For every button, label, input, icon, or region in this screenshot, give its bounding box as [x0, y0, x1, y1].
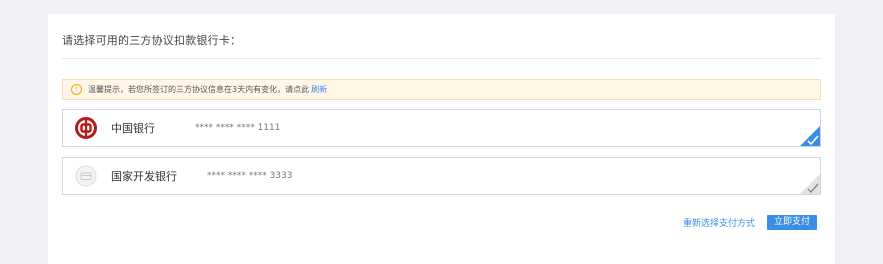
card-number: **** **** **** 3333	[207, 171, 293, 181]
notice-bar: ! 温馨提示，若您所签订的三方协议信息在3天内有变化，请点此 刷新	[62, 79, 821, 100]
bank-name: 国家开发银行	[111, 170, 177, 183]
selected-check-icon	[800, 126, 820, 146]
divider	[62, 58, 821, 59]
refresh-link[interactable]: 刷新	[311, 84, 327, 95]
bank-card-option-1[interactable]: 中国银行 **** **** **** 1111	[62, 109, 821, 147]
card-number: **** **** **** 1111	[195, 123, 281, 133]
boc-logo-icon	[75, 117, 97, 139]
section-title: 请选择可用的三方协议扣款银行卡：	[62, 34, 242, 47]
warning-circle-icon: !	[71, 84, 82, 95]
action-bar: 重新选择支付方式 立即支付	[683, 215, 817, 230]
pay-now-button[interactable]: 立即支付	[766, 215, 817, 230]
notice-text: 温馨提示，若您所签订的三方协议信息在3天内有变化，请点此	[88, 85, 310, 94]
bank-card-icon	[75, 165, 97, 187]
unselected-check-icon	[800, 174, 820, 194]
bank-name: 中国银行	[111, 122, 155, 135]
payment-panel: 请选择可用的三方协议扣款银行卡： ! 温馨提示，若您所签订的三方协议信息在3天内…	[48, 14, 835, 264]
bank-card-option-2[interactable]: 国家开发银行 **** **** **** 3333	[62, 157, 821, 195]
reselect-payment-link[interactable]: 重新选择支付方式	[683, 216, 755, 229]
